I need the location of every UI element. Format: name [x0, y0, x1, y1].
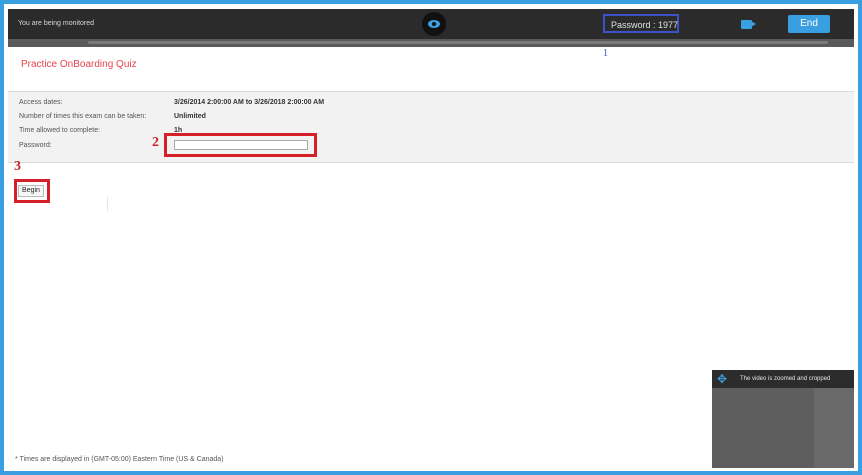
password-input-highlight — [164, 133, 317, 157]
video-preview-panel[interactable]: ✥ The video is zoomed and cropped — [712, 370, 854, 468]
quiz-info-panel: Access dates: 3/26/2014 2:00:00 AM to 3/… — [8, 91, 854, 163]
access-dates-label: Access dates: — [19, 99, 63, 106]
timezone-note: * Times are displayed in (GMT-05:00) Eas… — [15, 456, 224, 463]
time-allowed-label: Time allowed to complete: — [19, 127, 101, 134]
address-bar — [8, 39, 854, 47]
video-camera-icon[interactable] — [741, 20, 756, 29]
video-feed — [712, 388, 854, 468]
annotation-number-2: 2 — [152, 135, 159, 150]
begin-button-highlight: Begin — [14, 179, 50, 203]
monitoring-status: You are being monitored — [18, 20, 95, 27]
access-dates-value: 3/26/2014 2:00:00 AM to 3/26/2018 2:00:0… — [174, 99, 325, 106]
password-input[interactable] — [174, 140, 308, 150]
password-label: Password: — [19, 142, 52, 149]
password-display-highlight: Password : 1977 — [603, 14, 679, 33]
end-button[interactable]: End — [788, 15, 830, 33]
browser-frame: You are being monitored Password : 1977 … — [0, 0, 862, 475]
password-display: Password : 1977 — [611, 20, 679, 30]
address-bar-blur — [88, 41, 828, 44]
eye-icon — [428, 20, 440, 28]
monitoring-bar: You are being monitored Password : 1977 … — [8, 9, 854, 39]
move-icon[interactable]: ✥ — [716, 373, 728, 385]
annotation-number-3: 3 — [14, 159, 21, 174]
annotation-number-1: 1 — [603, 48, 608, 59]
eye-button[interactable] — [422, 12, 446, 36]
quiz-title: Practice OnBoarding Quiz — [21, 59, 137, 70]
video-status-label: The video is zoomed and cropped — [740, 376, 831, 382]
video-panel-header[interactable]: ✥ The video is zoomed and cropped — [712, 370, 854, 388]
attempts-value: Unlimited — [174, 113, 206, 120]
text-cursor — [107, 197, 108, 211]
attempts-label: Number of times this exam can be taken: — [19, 113, 147, 120]
begin-button[interactable]: Begin — [18, 185, 44, 197]
